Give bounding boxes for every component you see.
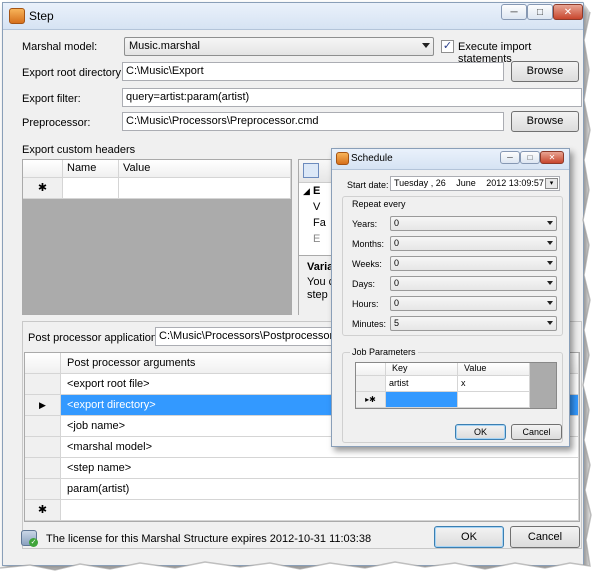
torn-edge-overlay xyxy=(0,0,615,580)
